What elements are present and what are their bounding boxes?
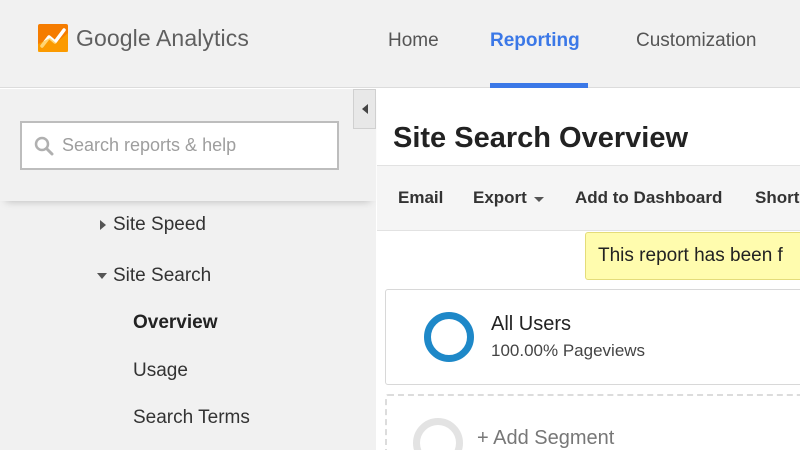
add-segment-button[interactable]: + Add Segment xyxy=(477,427,614,450)
sidebar-sub-usage[interactable]: Usage xyxy=(133,360,188,382)
analytics-logo-icon xyxy=(38,24,68,52)
google-analytics-logo[interactable]: Google Analytics xyxy=(38,24,249,52)
sidebar-item-site-search[interactable]: Site Search xyxy=(97,265,211,287)
tab-reporting[interactable]: Reporting xyxy=(490,30,580,52)
active-tab-indicator xyxy=(490,83,588,88)
sidebar-item-label: Site Speed xyxy=(113,214,206,235)
sidebar-sub-search-terms[interactable]: Search Terms xyxy=(133,407,250,429)
empty-segment-ring-icon xyxy=(413,418,463,450)
search-input[interactable] xyxy=(62,135,322,156)
tab-home[interactable]: Home xyxy=(388,30,439,52)
report-toolbar: Email Export Add to Dashboard Short xyxy=(377,165,800,231)
chevron-down-icon xyxy=(533,196,544,202)
chevron-left-icon xyxy=(361,104,368,114)
email-button[interactable]: Email xyxy=(398,188,443,208)
search-icon xyxy=(34,136,54,155)
segment-card-all-users[interactable]: All Users 100.00% Pageviews xyxy=(385,289,800,385)
export-button[interactable]: Export xyxy=(473,188,544,208)
segment-ring-icon xyxy=(424,312,474,362)
segment-name: All Users xyxy=(491,313,572,335)
triangle-down-icon xyxy=(97,273,107,279)
sidebar-sub-overview[interactable]: Overview xyxy=(133,312,218,334)
export-label: Export xyxy=(473,188,527,207)
collapse-sidebar-button[interactable] xyxy=(353,89,376,129)
search-reports-box[interactable] xyxy=(20,121,339,170)
segment-metric: 100.00% Pageviews xyxy=(491,341,646,360)
page-title: Site Search Overview xyxy=(393,122,688,154)
report-notice-banner: This report has been f xyxy=(585,232,800,280)
shortcut-button[interactable]: Short xyxy=(755,188,799,208)
top-header: Google Analytics Home Reporting Customiz… xyxy=(0,0,800,88)
tab-customization[interactable]: Customization xyxy=(636,30,756,52)
add-to-dashboard-button[interactable]: Add to Dashboard xyxy=(575,188,722,208)
add-segment-card[interactable]: + Add Segment xyxy=(385,394,800,450)
main-content: Site Search Overview Email Export Add to… xyxy=(377,89,800,450)
sidebar-item-label: Site Search xyxy=(113,265,212,286)
sidebar-item-site-speed[interactable]: Site Speed xyxy=(100,214,206,236)
brand-name: Google Analytics xyxy=(76,24,249,51)
triangle-right-icon xyxy=(100,220,106,230)
